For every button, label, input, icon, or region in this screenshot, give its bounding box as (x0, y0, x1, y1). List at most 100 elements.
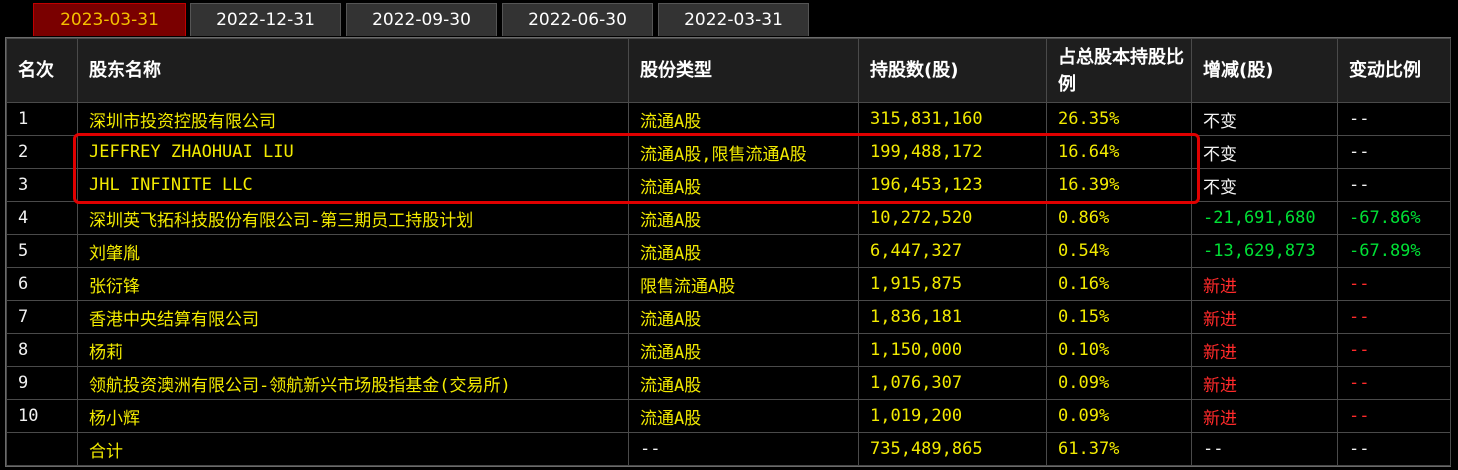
share-type-cell: 流通A股 (628, 168, 859, 202)
holder-name-cell: 杨小辉 (77, 399, 629, 433)
shareholders-table: 名次 股东名称 股份类型 持股数(股) 占总股本持股比例 增减(股) 变动比例 … (5, 37, 1451, 467)
shares-cell: 196,453,123 (858, 168, 1047, 202)
total-pct-cell: 61.37% (1046, 432, 1192, 466)
change-cell: 新进 (1191, 267, 1338, 301)
share-type-cell: 流通A股 (628, 366, 859, 400)
pct-cell: 0.09% (1046, 399, 1192, 433)
holder-name-cell: 刘肇胤 (77, 234, 629, 268)
table-row[interactable]: 1 深圳市投资控股有限公司 流通A股 315,831,160 26.35% 不变 -- (6, 102, 1451, 136)
header-share-type[interactable]: 股份类型 (628, 38, 859, 103)
change-cell: 新进 (1191, 333, 1338, 367)
pct-cell: 0.16% (1046, 267, 1192, 301)
holder-name-cell: 杨莉 (77, 333, 629, 367)
total-shares-cell: 735,489,865 (858, 432, 1047, 466)
header-change[interactable]: 增减(股) (1191, 38, 1338, 103)
rank-cell: 2 (6, 135, 78, 169)
change-ratio-cell: -- (1337, 333, 1451, 367)
change-cell: 不变 (1191, 102, 1338, 136)
header-shares[interactable]: 持股数(股) (858, 38, 1047, 103)
change-ratio-cell: -- (1337, 168, 1451, 202)
pct-cell: 0.54% (1046, 234, 1192, 268)
rank-cell: 6 (6, 267, 78, 301)
change-ratio-cell: -67.89% (1337, 234, 1451, 268)
pct-cell: 16.64% (1046, 135, 1192, 169)
header-change-ratio[interactable]: 变动比例 (1337, 38, 1451, 103)
pct-cell: 16.39% (1046, 168, 1192, 202)
holder-name-cell: JEFFREY ZHAOHUAI LIU (77, 135, 629, 169)
total-share-type-cell: -- (628, 432, 859, 466)
total-holder-name-cell: 合计 (77, 432, 629, 466)
change-ratio-cell: -67.86% (1337, 201, 1451, 235)
rank-cell: 3 (6, 168, 78, 202)
table-row[interactable]: 9 领航投资澳洲有限公司-领航新兴市场股指基金(交易所) 流通A股 1,076,307… (6, 366, 1451, 400)
shares-cell: 315,831,160 (858, 102, 1047, 136)
table-row[interactable]: 4 深圳英飞拓科技股份有限公司-第三期员工持股计划 流通A股 10,272,520 0.… (6, 201, 1451, 235)
pct-cell: 0.86% (1046, 201, 1192, 235)
holder-name-cell: 深圳英飞拓科技股份有限公司-第三期员工持股计划 (77, 201, 629, 235)
pct-cell: 0.09% (1046, 366, 1192, 400)
table-row[interactable]: 6 张衍锋 限售流通A股 1,915,875 0.16% 新进 -- (6, 267, 1451, 301)
change-ratio-cell: -- (1337, 267, 1451, 301)
tab-2022-09-30[interactable]: 2022-09-30 (346, 3, 497, 36)
change-cell: -21,691,680 (1191, 201, 1338, 235)
shares-cell: 10,272,520 (858, 201, 1047, 235)
header-holder-name[interactable]: 股东名称 (77, 38, 629, 103)
holder-name-cell: 领航投资澳洲有限公司-领航新兴市场股指基金(交易所) (77, 366, 629, 400)
change-cell: 新进 (1191, 399, 1338, 433)
change-ratio-cell: -- (1337, 399, 1451, 433)
rank-cell: 4 (6, 201, 78, 235)
shares-cell: 199,488,172 (858, 135, 1047, 169)
share-type-cell: 流通A股 (628, 300, 859, 334)
holder-name-cell: 深圳市投资控股有限公司 (77, 102, 629, 136)
total-change-cell: -- (1191, 432, 1338, 466)
shares-cell: 1,019,200 (858, 399, 1047, 433)
pct-cell: 26.35% (1046, 102, 1192, 136)
share-type-cell: 限售流通A股 (628, 267, 859, 301)
share-type-cell: 流通A股 (628, 201, 859, 235)
pct-cell: 0.15% (1046, 300, 1192, 334)
header-rank[interactable]: 名次 (6, 38, 78, 103)
table-row[interactable]: 5 刘肇胤 流通A股 6,447,327 0.54% -13,629,873 -67.89% (6, 234, 1451, 268)
holder-name-cell: 张衍锋 (77, 267, 629, 301)
table-row[interactable]: 8 杨莉 流通A股 1,150,000 0.10% 新进 -- (6, 333, 1451, 367)
share-type-cell: 流通A股 (628, 333, 859, 367)
total-rank-cell (6, 432, 78, 466)
change-cell: 新进 (1191, 300, 1338, 334)
rank-cell: 8 (6, 333, 78, 367)
pct-cell: 0.10% (1046, 333, 1192, 367)
header-pct[interactable]: 占总股本持股比例 (1046, 38, 1192, 103)
share-type-cell: 流通A股 (628, 234, 859, 268)
change-cell: -13,629,873 (1191, 234, 1338, 268)
share-type-cell: 流通A股 (628, 102, 859, 136)
shares-cell: 1,076,307 (858, 366, 1047, 400)
shares-cell: 6,447,327 (858, 234, 1047, 268)
change-cell: 新进 (1191, 366, 1338, 400)
table-row[interactable]: 3 JHL INFINITE LLC 流通A股 196,453,123 16.39% 不变… (6, 168, 1451, 202)
table-row[interactable]: 10 杨小辉 流通A股 1,019,200 0.09% 新进 -- (6, 399, 1451, 433)
change-cell: 不变 (1191, 135, 1338, 169)
share-type-cell: 流通A股,限售流通A股 (628, 135, 859, 169)
tab-2022-12-31[interactable]: 2022-12-31 (190, 3, 341, 36)
rank-cell: 1 (6, 102, 78, 136)
shares-cell: 1,150,000 (858, 333, 1047, 367)
rank-cell: 5 (6, 234, 78, 268)
rank-cell: 7 (6, 300, 78, 334)
holder-name-cell: 香港中央结算有限公司 (77, 300, 629, 334)
tab-2022-03-31[interactable]: 2022-03-31 (658, 3, 809, 36)
table-row[interactable]: 2 JEFFREY ZHAOHUAI LIU 流通A股,限售流通A股 199,488,… (6, 135, 1451, 169)
table-row[interactable]: 7 香港中央结算有限公司 流通A股 1,836,181 0.15% 新进 -- (6, 300, 1451, 334)
share-type-cell: 流通A股 (628, 399, 859, 433)
rank-cell: 9 (6, 366, 78, 400)
table-header-row: 名次 股东名称 股份类型 持股数(股) 占总股本持股比例 增减(股) 变动比例 (6, 38, 1451, 103)
change-ratio-cell: -- (1337, 366, 1451, 400)
total-change-ratio-cell: -- (1337, 432, 1451, 466)
holder-name-cell: JHL INFINITE LLC (77, 168, 629, 202)
total-row: 合计 -- 735,489,865 61.37% -- -- (6, 432, 1451, 466)
shares-cell: 1,836,181 (858, 300, 1047, 334)
change-ratio-cell: -- (1337, 300, 1451, 334)
change-cell: 不变 (1191, 168, 1338, 202)
tab-2022-06-30[interactable]: 2022-06-30 (502, 3, 653, 36)
rank-cell: 10 (6, 399, 78, 433)
change-ratio-cell: -- (1337, 135, 1451, 169)
tab-2023-03-31[interactable]: 2023-03-31 (33, 3, 186, 36)
